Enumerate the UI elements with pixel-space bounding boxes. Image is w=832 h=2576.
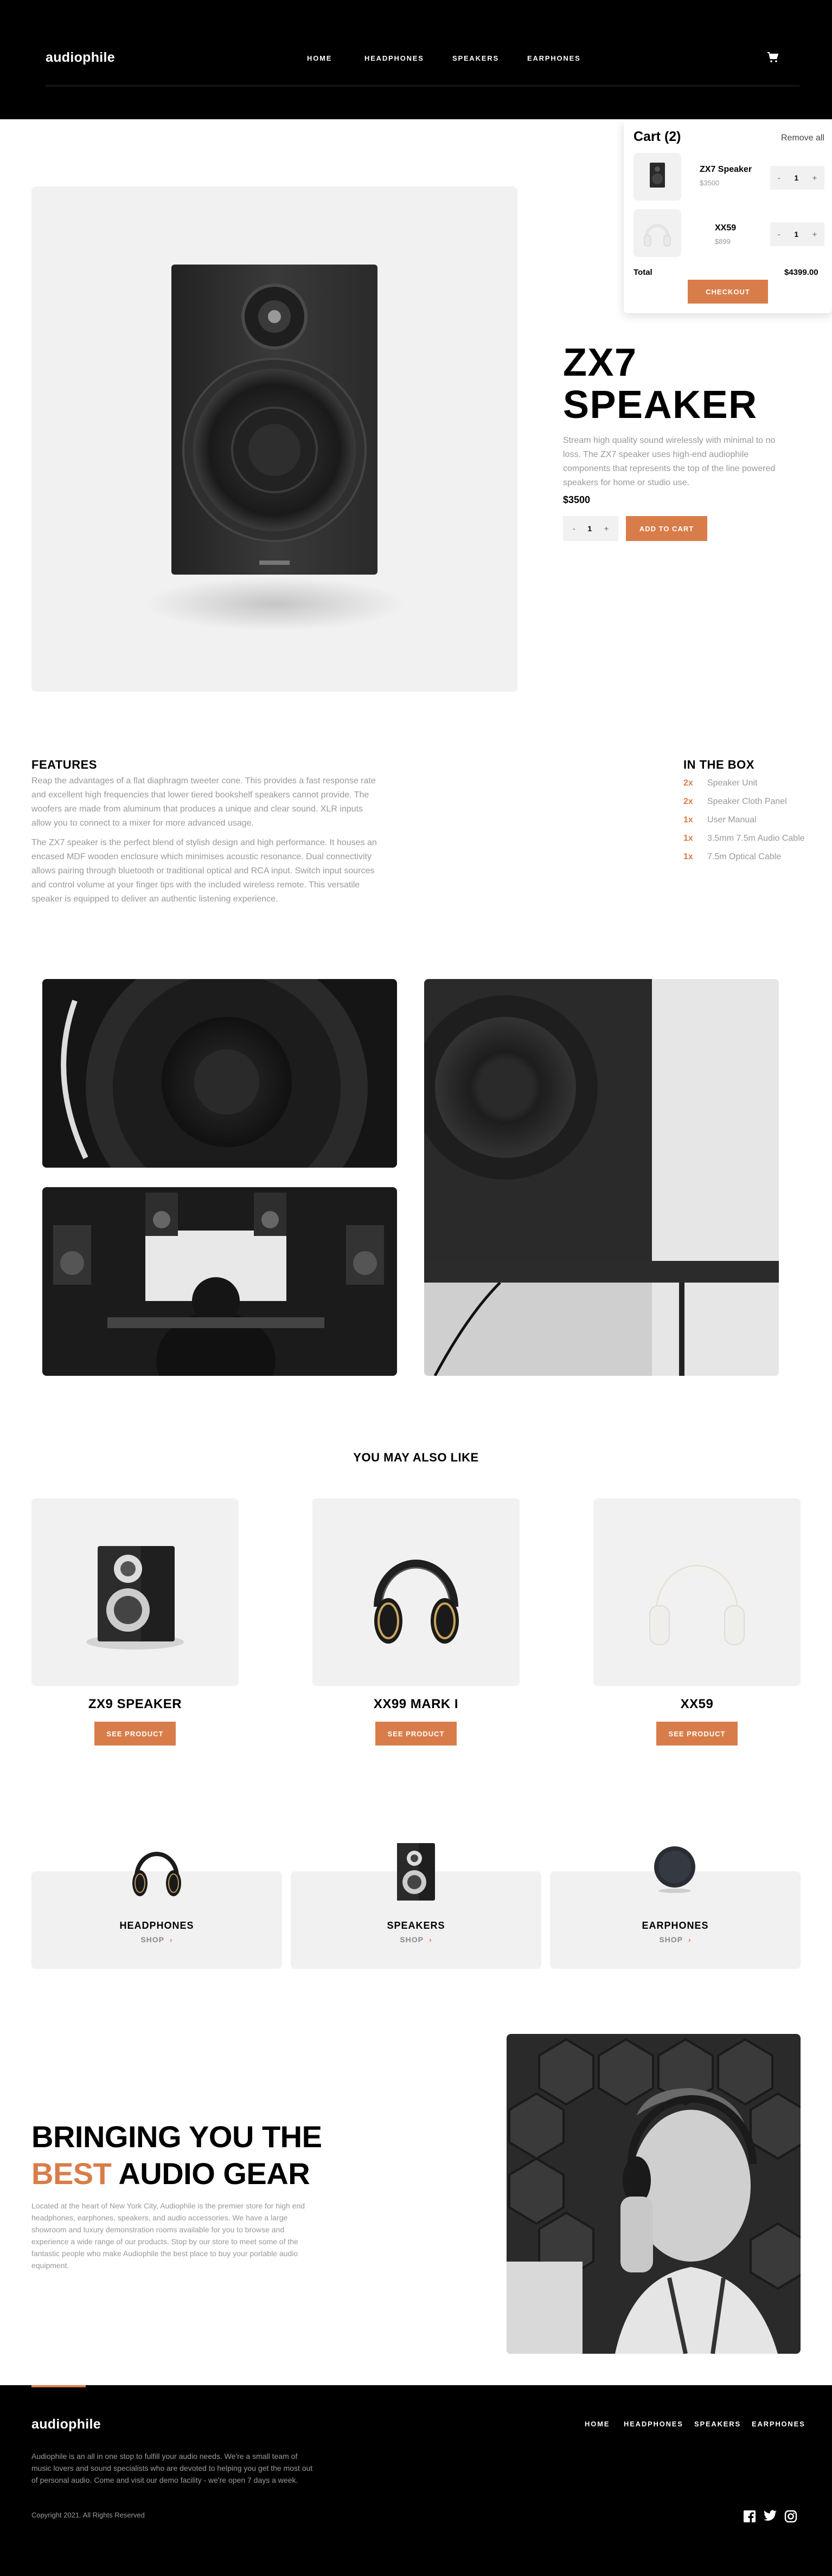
increase-button[interactable]: + (604, 524, 609, 533)
shop-link[interactable]: SHOP › (291, 1935, 541, 1944)
nav-speakers[interactable]: SPEAKERS (452, 54, 499, 62)
decrease-button[interactable]: - (778, 230, 780, 239)
also-like-product-name: ZX9 SPEAKER (88, 1697, 182, 1711)
nav-earphones[interactable]: EARPHONES (527, 54, 581, 62)
copyright: Copyright 2021. All Rights Reserved (31, 2511, 145, 2519)
about-title-accent: BEST (31, 2156, 112, 2191)
footer-nav-earphones[interactable]: EARPHONES (752, 2420, 805, 2428)
in-the-box-item: 2x Speaker Unit (683, 778, 758, 788)
see-product-button[interactable]: SEE PRODUCT (94, 1722, 176, 1746)
earphones-thumbnail (649, 1844, 701, 1893)
footer-nav-home[interactable]: HOME (585, 2420, 610, 2428)
cart-item-name: ZX7 Speaker (700, 165, 752, 174)
instagram-icon[interactable] (784, 2510, 797, 2523)
gallery-image-speaker-on-table (424, 979, 779, 1376)
zx7-speaker-image (144, 265, 405, 631)
chevron-right-icon: › (688, 1935, 692, 1944)
increase-button[interactable]: + (812, 173, 817, 182)
cart-item-price: $3500 (700, 179, 720, 187)
decrease-button[interactable]: - (573, 524, 575, 533)
logo[interactable]: audiophile (46, 50, 115, 66)
cart-item-price: $899 (715, 237, 731, 246)
gallery-image-studio (42, 1187, 397, 1376)
about-title: BRINGING YOU THE BEST AUDIO GEAR (31, 2118, 379, 2192)
cart-total-value: $4399.00 (784, 268, 818, 277)
shop-label: SHOP (140, 1935, 164, 1944)
about-title-line1: BRINGING YOU THE (31, 2120, 322, 2154)
cart-item-thumbnail (633, 153, 681, 201)
add-to-cart-button[interactable]: ADD TO CART (626, 516, 707, 541)
cart-item-qty: 1 (794, 230, 799, 239)
also-like-title: YOU MAY ALSO LIKE (353, 1451, 479, 1464)
also-like-product-name: XX59 (680, 1697, 714, 1711)
in-the-box-item: 2x Speaker Cloth Panel (683, 797, 787, 806)
xx99-headphones-image (374, 1560, 459, 1644)
nav-home[interactable]: HOME (307, 54, 332, 62)
product-title-line2: SPEAKER (563, 383, 758, 427)
cart-title: Cart (2) (633, 129, 681, 144)
facebook-icon[interactable] (743, 2510, 756, 2523)
see-product-button[interactable]: SEE PRODUCT (375, 1722, 457, 1746)
chevron-right-icon: › (170, 1935, 173, 1944)
remove-all-link[interactable]: Remove all (781, 133, 824, 143)
also-like-product-name: XX99 MARK I (373, 1697, 459, 1711)
category-name: SPEAKERS (387, 1920, 445, 1931)
speakers-thumbnail (389, 1840, 441, 1904)
product-title-line1: ZX7 (563, 341, 637, 384)
category-name: EARPHONES (642, 1920, 709, 1931)
features-paragraph-2: The ZX7 speaker is the perfect blend of … (31, 838, 377, 904)
cart-icon[interactable] (767, 52, 779, 63)
checkout-button[interactable]: CHECKOUT (688, 280, 768, 304)
shop-label: SHOP (659, 1935, 683, 1944)
zx9-speaker-image (86, 1546, 184, 1650)
product-description: Stream high quality sound wirelessly wit… (563, 436, 776, 487)
shop-link[interactable]: SHOP › (550, 1935, 801, 1944)
also-like-card-image (31, 1498, 239, 1686)
twitter-icon[interactable] (764, 2510, 777, 2522)
headphones-thumbnail (128, 1839, 185, 1904)
about-image-man-with-headphones (507, 2034, 801, 2354)
shop-label: SHOP (400, 1935, 424, 1944)
quantity-value: 1 (587, 524, 592, 533)
about-text: Located at the heart of New York City, A… (31, 2201, 305, 2270)
cart-item-qty: 1 (794, 173, 799, 182)
product-price: $3500 (563, 494, 591, 505)
cart-item-stepper[interactable]: - 1 + (770, 222, 824, 246)
footer-nav-speakers[interactable]: SPEAKERS (694, 2420, 741, 2428)
cart-item-stepper[interactable]: - 1 + (770, 166, 824, 190)
in-the-box-title: IN THE BOX (683, 758, 754, 771)
footer-accent-bar (31, 2385, 86, 2387)
category-name: HEADPHONES (119, 1920, 194, 1931)
about-title-rest: AUDIO GEAR (111, 2156, 310, 2191)
also-like-card-image (593, 1498, 801, 1686)
cart-item-name: XX59 (715, 223, 737, 233)
increase-button[interactable]: + (812, 230, 817, 239)
in-the-box-item: 1x 7.5m Optical Cable (683, 852, 782, 861)
footer-description: Audiophile is an all in one stop to fulf… (31, 2452, 313, 2484)
features-title: FEATURES (31, 758, 97, 771)
footer-nav-headphones[interactable]: HEADPHONES (624, 2420, 683, 2428)
product-image (31, 186, 517, 692)
nav-headphones[interactable]: HEADPHONES (364, 54, 424, 62)
decrease-button[interactable]: - (778, 173, 780, 182)
features-paragraph-1: Reap the advantages of a flat diaphragm … (31, 776, 376, 828)
shop-link[interactable]: SHOP › (31, 1935, 282, 1944)
quantity-stepper[interactable]: - 1 + (563, 516, 618, 541)
in-the-box-item: 1x 3.5mm 7.5m Audio Cable (683, 834, 805, 843)
gallery-image-woofer-closeup (42, 979, 397, 1168)
cart-total-label: Total (633, 268, 652, 277)
about-title-line2: BEST AUDIO GEAR (31, 2155, 379, 2192)
chevron-right-icon: › (429, 1935, 432, 1944)
xx59-headphones-image (649, 1561, 745, 1645)
cart-item-thumbnail (633, 209, 681, 257)
also-like-card-image (312, 1498, 520, 1686)
in-the-box-item: 1x User Manual (683, 815, 757, 825)
footer-logo[interactable]: audiophile (31, 2417, 101, 2432)
see-product-button[interactable]: SEE PRODUCT (656, 1722, 738, 1746)
